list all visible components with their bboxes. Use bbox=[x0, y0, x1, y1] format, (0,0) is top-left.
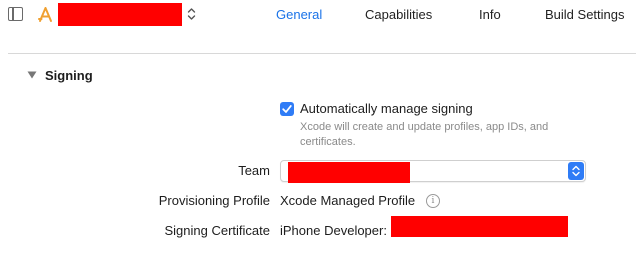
tab-capabilities[interactable]: Capabilities bbox=[365, 7, 432, 23]
team-value-redacted bbox=[288, 162, 410, 183]
target-name-redacted[interactable] bbox=[58, 3, 182, 26]
provisioning-profile-value: Xcode Managed Profile bbox=[280, 193, 416, 208]
popup-stepper bbox=[568, 162, 584, 180]
auto-manage-signing-help: Xcode will create and update profiles, a… bbox=[300, 121, 549, 148]
team-label: Team bbox=[238, 163, 270, 178]
auto-manage-signing-label[interactable]: Automatically manage signing bbox=[300, 101, 473, 117]
up-down-chevron-icon[interactable] bbox=[187, 5, 196, 23]
certificate-name-redacted bbox=[391, 216, 568, 237]
sidebar-toggle-icon[interactable] bbox=[8, 7, 23, 21]
project-editor-toolbar: General Capabilities Info Build Settings bbox=[0, 0, 636, 30]
provisioning-profile-label: Provisioning Profile bbox=[158, 193, 270, 208]
checkmark-icon bbox=[282, 105, 292, 113]
team-popup-button[interactable] bbox=[280, 160, 586, 183]
auto-manage-signing-checkbox[interactable] bbox=[280, 102, 294, 116]
tab-info[interactable]: Info bbox=[479, 7, 501, 23]
info-icon[interactable]: i bbox=[426, 194, 440, 208]
disclosure-triangle-icon[interactable] bbox=[27, 71, 37, 79]
tab-general[interactable]: General bbox=[276, 7, 322, 23]
signing-certificate-label: Signing Certificate bbox=[164, 223, 271, 238]
section-separator bbox=[8, 53, 636, 54]
tab-build-settings[interactable]: Build Settings bbox=[545, 7, 625, 23]
up-down-chevron-icon bbox=[572, 165, 580, 177]
signing-certificate-value: iPhone Developer: bbox=[280, 223, 387, 238]
section-title-signing: Signing bbox=[45, 68, 93, 83]
app-store-a-icon bbox=[38, 7, 52, 22]
